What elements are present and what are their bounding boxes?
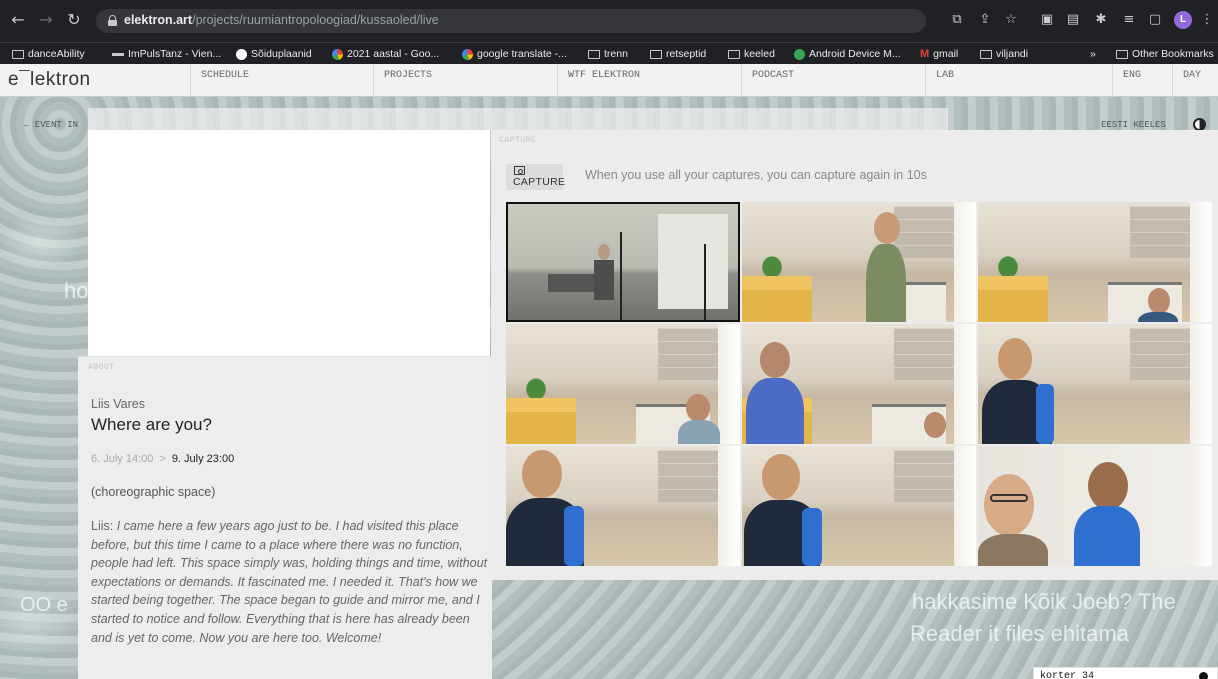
- gmail-icon: M: [920, 48, 930, 60]
- bookmarks-bar: danceAbility ImPulsTanz - Vien... Sõidup…: [0, 42, 1218, 64]
- capture-thumbnail[interactable]: [742, 202, 976, 322]
- capture-panel: CAPTURE CAPTURE When you use all your ca…: [491, 130, 1218, 580]
- date-end: 9. July 23:00: [171, 453, 235, 465]
- bookmark-2021-aastal[interactable]: 2021 aastal - Goo...: [332, 46, 439, 62]
- work-category: (choreographic space): [91, 485, 216, 499]
- puzzle-icon[interactable]: ✱: [1092, 11, 1110, 29]
- folder-icon: [588, 49, 600, 59]
- folder-icon: [1116, 49, 1128, 59]
- location-badge[interactable]: korter 34: [1033, 667, 1218, 679]
- bookmark-danceability[interactable]: danceAbility: [12, 46, 85, 62]
- dash-icon: [112, 52, 124, 56]
- capture-thumbnail[interactable]: [506, 202, 740, 322]
- bookmark-keeled[interactable]: keeled: [728, 46, 775, 62]
- about-panel: ABOUT Liis Vares Where are you? 6. July …: [78, 356, 492, 679]
- bookmarks-overflow-button[interactable]: »: [1090, 46, 1096, 62]
- extension-id-icon[interactable]: ▣: [1038, 11, 1056, 29]
- nav-podcast[interactable]: PODCAST: [741, 64, 925, 97]
- about-section-label: ABOUT: [88, 363, 115, 372]
- back-arrow-icon[interactable]: ←: [8, 10, 28, 30]
- work-title: Where are you?: [91, 415, 212, 434]
- bookmark-google-translate[interactable]: google translate -...: [462, 46, 567, 62]
- reload-icon[interactable]: ↻: [64, 10, 84, 30]
- location-label: korter 34: [1040, 671, 1095, 679]
- date-separator-icon: >: [159, 453, 166, 465]
- nav-lang-eng[interactable]: ENG: [1112, 64, 1172, 97]
- background-text-line-2: Reader it files ehitama: [910, 621, 1129, 646]
- nav-lab[interactable]: LAB: [925, 64, 1112, 97]
- bookmark-impulstanz[interactable]: ImPulsTanz - Vien...: [112, 46, 221, 62]
- reading-list-icon[interactable]: ≡: [1120, 11, 1138, 29]
- folder-icon: [980, 49, 992, 59]
- description-quote: I came here a few years ago just to be. …: [91, 519, 488, 645]
- artist-name: Liis Vares: [91, 397, 145, 411]
- bus-icon: [236, 48, 247, 60]
- folder-icon: [728, 49, 740, 59]
- folder-icon: [650, 49, 662, 59]
- background-text-line-1: hakkasime Kõik Joeb? The: [912, 589, 1176, 614]
- capture-button-label: CAPTURE: [513, 176, 566, 188]
- capture-thumbnail[interactable]: [742, 324, 976, 444]
- forward-arrow-icon[interactable]: →: [36, 10, 56, 30]
- bookmark-gmail[interactable]: Mgmail: [920, 46, 958, 62]
- capture-thumbnail[interactable]: [506, 324, 740, 444]
- site-logo[interactable]: e¯lektron: [8, 69, 91, 91]
- bookmark-trenn[interactable]: trenn: [588, 46, 628, 62]
- panel-header-strip: [88, 108, 948, 130]
- profile-avatar[interactable]: L: [1174, 11, 1192, 29]
- extension-icon[interactable]: ▤: [1064, 11, 1082, 29]
- side-panel-icon[interactable]: ▢: [1146, 11, 1164, 29]
- bookmark-soiduplaanid[interactable]: Sõiduplaanid: [236, 46, 312, 62]
- video-player-panel[interactable]: [88, 130, 490, 356]
- date-start: 6. July 14:00: [91, 453, 154, 465]
- site-nav: e¯lektron SCHEDULE PROJECTS WTF ELEKTRON…: [0, 64, 1218, 97]
- browser-toolbar: ← → ↻ elektron.art/projects/ruumiantropo…: [0, 0, 1218, 42]
- capture-hint: When you use all your captures, you can …: [585, 168, 927, 182]
- capture-thumbnail[interactable]: [506, 446, 740, 566]
- other-bookmarks[interactable]: Other Bookmarks: [1116, 46, 1214, 62]
- work-description: Liis: I came here a few years ago just t…: [91, 517, 489, 647]
- bookmark-android-device-manager[interactable]: Android Device M...: [794, 46, 901, 62]
- menu-kebab-icon[interactable]: ⋮: [1198, 11, 1216, 29]
- event-dates: 6. July 14:00 >9. July 23:00: [91, 453, 234, 465]
- capture-thumbnail[interactable]: [742, 446, 976, 566]
- nav-wtf-elektron[interactable]: WTF ELEKTRON: [557, 64, 741, 97]
- nav-schedule[interactable]: SCHEDULE: [190, 64, 373, 97]
- capture-thumbnail[interactable]: [978, 202, 1212, 322]
- bookmark-viljandi[interactable]: viljandi: [980, 46, 1028, 62]
- live-dot-icon: [1199, 672, 1208, 679]
- star-icon[interactable]: ☆: [1002, 11, 1020, 29]
- capture-section-label: CAPTURE: [499, 136, 537, 145]
- share-icon[interactable]: ⇪: [976, 11, 994, 29]
- capture-button[interactable]: CAPTURE: [506, 164, 566, 190]
- google-icon: [462, 48, 473, 60]
- capture-thumbnail[interactable]: [978, 324, 1212, 444]
- capture-thumbnail[interactable]: [978, 446, 1212, 566]
- language-switch-link[interactable]: EESTI KEELES: [1101, 120, 1166, 130]
- background-text-fragment: ho: [64, 278, 89, 303]
- back-to-event-link[interactable]: ← EVENT IN: [24, 120, 78, 130]
- url-text: elektron.art/projects/ruumiantropoloogia…: [124, 13, 439, 27]
- android-icon: [794, 48, 805, 60]
- lock-icon: [108, 15, 117, 26]
- camera-icon: [514, 166, 525, 175]
- description-speaker: Liis:: [91, 519, 117, 533]
- translate-icon[interactable]: ⧉: [948, 11, 966, 29]
- background-text-fragment-2: OO e: [20, 594, 68, 616]
- address-bar[interactable]: elektron.art/projects/ruumiantropoloogia…: [96, 9, 926, 33]
- page-content: e¯lektron SCHEDULE PROJECTS WTF ELEKTRON…: [0, 64, 1218, 679]
- nav-day-mode[interactable]: DAY: [1172, 64, 1218, 97]
- bookmark-retseptid[interactable]: retseptid: [650, 46, 706, 62]
- google-icon: [332, 48, 343, 60]
- folder-icon: [12, 49, 24, 59]
- nav-projects[interactable]: PROJECTS: [373, 64, 557, 97]
- capture-grid: [506, 202, 1212, 566]
